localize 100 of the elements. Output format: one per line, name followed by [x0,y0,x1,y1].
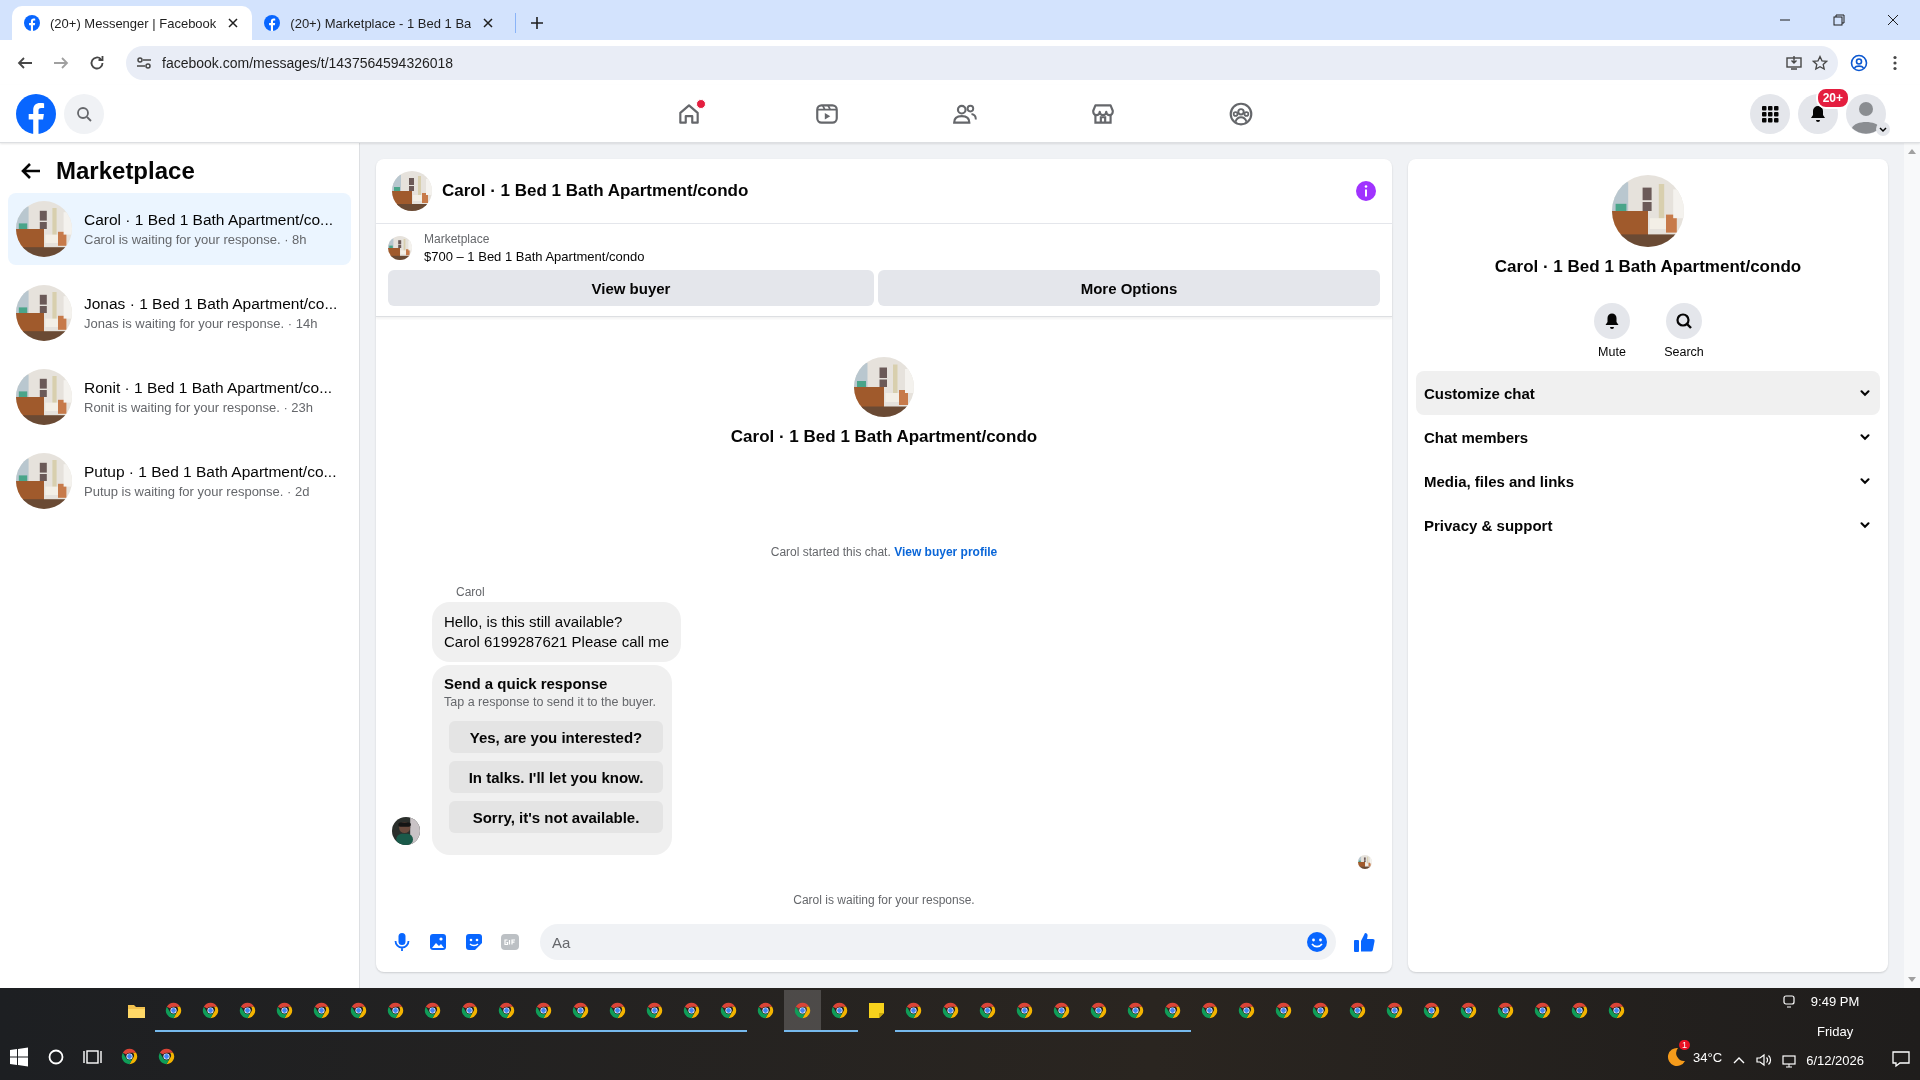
chrome-icon[interactable] [1275,1001,1292,1019]
chat-title: Carol · 1 Bed 1 Bath Apartment/condo [442,181,750,201]
chat-intro-name: Carol · 1 Bed 1 Bath Apartment/condo [730,427,1038,447]
chrome-icon[interactable] [1423,1001,1440,1019]
chrome-icon[interactable] [1238,1001,1255,1019]
facebook-logo-icon[interactable] [24,15,40,31]
chrome-icon[interactable] [1201,1001,1218,1019]
chrome-icon[interactable] [646,1001,663,1019]
thumbs-up-icon[interactable] [1352,930,1376,954]
quick-reply-button[interactable]: Yes, are you interested? [449,721,663,753]
info-icon[interactable] [1356,181,1376,201]
chrome-icon[interactable] [424,1001,441,1019]
chrome-icon[interactable] [979,1001,996,1019]
chrome-icon[interactable] [1053,1001,1070,1019]
plus-icon[interactable] [530,16,545,30]
star-icon[interactable] [1812,54,1828,71]
notification-center-icon[interactable] [1892,1050,1910,1068]
chrome-icon[interactable] [350,1001,367,1019]
chrome-icon[interactable] [683,1001,700,1019]
chrome-icon[interactable] [1349,1001,1366,1019]
chrome-icon[interactable] [942,1001,959,1019]
more-options-button[interactable]: More Options [878,270,1380,306]
settings-section-row[interactable]: Privacy & support [1416,503,1880,547]
chrome-icon[interactable] [1460,1001,1477,1019]
task-view-icon[interactable] [83,1047,103,1067]
emoji-icon[interactable] [1306,931,1328,953]
chrome-icon[interactable] [1090,1001,1107,1019]
close-icon[interactable] [481,16,496,30]
image-icon[interactable] [428,932,448,952]
chrome-icon[interactable] [1016,1001,1033,1019]
chat-list-item[interactable]: Ronit · 1 Bed 1 Bath Apartment/co... Ronit is waiting for your response. · 23h [8,361,351,433]
chrome-icon[interactable] [1164,1001,1181,1019]
chrome-icon[interactable] [1312,1001,1329,1019]
sticker-icon[interactable] [464,932,484,952]
install-app-icon[interactable] [1786,54,1802,71]
chrome-icon[interactable] [121,1047,138,1065]
chrome-icon[interactable] [202,1001,219,1019]
weather-moon-icon[interactable] [1665,1046,1688,1068]
chrome-icon[interactable] [609,1001,626,1019]
chat-list-item[interactable]: Putup · 1 Bed 1 Bath Apartment/co... Putup is waiting for your response. · 2d [8,445,351,517]
chrome-icon[interactable] [1127,1001,1144,1019]
search-icon [1675,312,1693,330]
chrome-icon[interactable] [1571,1001,1588,1019]
microphone-icon[interactable] [392,932,412,952]
quick-reply-button[interactable]: Sorry, it's not available. [449,801,663,833]
search-icon[interactable] [46,1047,66,1067]
notification-badge: 20+ [1815,86,1850,109]
quick-response-hint: Tap a response to send it to the buyer. [444,695,657,709]
chat-list-item[interactable]: Carol · 1 Bed 1 Bath Apartment/co... Carol is waiting for your response. · 8h [8,193,351,265]
clock-date[interactable]: 6/12/2026 [1806,1053,1864,1068]
bell-icon [1603,312,1621,330]
chrome-icon[interactable] [158,1047,175,1065]
facebook-logo-icon[interactable] [264,15,281,31]
grid-icon [1760,103,1780,124]
search-icon [76,105,92,122]
chrome-icon[interactable] [276,1001,293,1019]
network-icon[interactable] [1782,1054,1797,1068]
close-icon[interactable] [226,16,241,30]
view-buyer-profile-link[interactable]: View buyer profile [894,545,998,559]
clock-time[interactable]: 9:49 PM [1810,994,1860,1009]
chevron-down-icon[interactable] [1876,121,1890,136]
view-buyer-button[interactable]: View buyer [388,270,874,306]
chrome-icon[interactable] [498,1001,515,1019]
chrome-icon[interactable] [905,1001,922,1019]
speaker-icon[interactable] [1756,1052,1773,1068]
chrome-icon[interactable] [794,1001,811,1019]
settings-section-row[interactable]: Customize chat [1416,371,1880,415]
menu-button[interactable] [1750,93,1790,134]
chrome-icon[interactable] [165,1001,182,1019]
chrome-icon[interactable] [757,1001,774,1019]
chat-list-item[interactable]: Jonas · 1 Bed 1 Bath Apartment/co... Jonas is waiting for your response. · 14h [8,277,351,349]
chrome-icon[interactable] [1386,1001,1403,1019]
message-bubble: Hello, is this still available? Carol 6199287621 Please call me [432,602,682,662]
chrome-icon[interactable] [239,1001,256,1019]
group-icon[interactable] [1228,100,1254,127]
temperature[interactable]: 34°C [1693,1049,1723,1065]
chrome-icon[interactable] [461,1001,478,1019]
chrome-icon[interactable] [1608,1001,1625,1019]
browser-tab[interactable]: (20+) Marketplace - 1 Bed 1 Ba [252,6,508,40]
meet-now-icon[interactable] [1782,994,1797,1008]
facebook-logo[interactable] [16,93,56,134]
chrome-icon[interactable] [535,1001,552,1019]
settings-section-row[interactable]: Chat members [1416,415,1880,459]
search-button[interactable] [64,93,104,134]
folder-icon[interactable] [128,1002,145,1018]
chrome-icon[interactable] [387,1001,404,1019]
settings-section-row[interactable]: Media, files and links [1416,459,1880,503]
browser-tab[interactable]: (20+) Messenger | Facebook [12,6,253,40]
site-settings-icon[interactable] [136,54,152,71]
quick-reply-button[interactable]: In talks. I'll let you know. [449,761,663,793]
message-input-field[interactable]: Aa [540,924,1336,960]
chrome-icon[interactable] [572,1001,589,1019]
clock-day[interactable]: Friday [1817,1023,1854,1039]
chrome-icon[interactable] [831,1001,848,1019]
chrome-icon[interactable] [1534,1001,1551,1019]
chrome-icon[interactable] [1497,1001,1514,1019]
sticky-note-icon[interactable] [868,1002,885,1018]
chrome-icon[interactable] [313,1001,330,1019]
chrome-icon[interactable] [720,1001,737,1019]
windows-start-icon[interactable] [9,1047,29,1067]
